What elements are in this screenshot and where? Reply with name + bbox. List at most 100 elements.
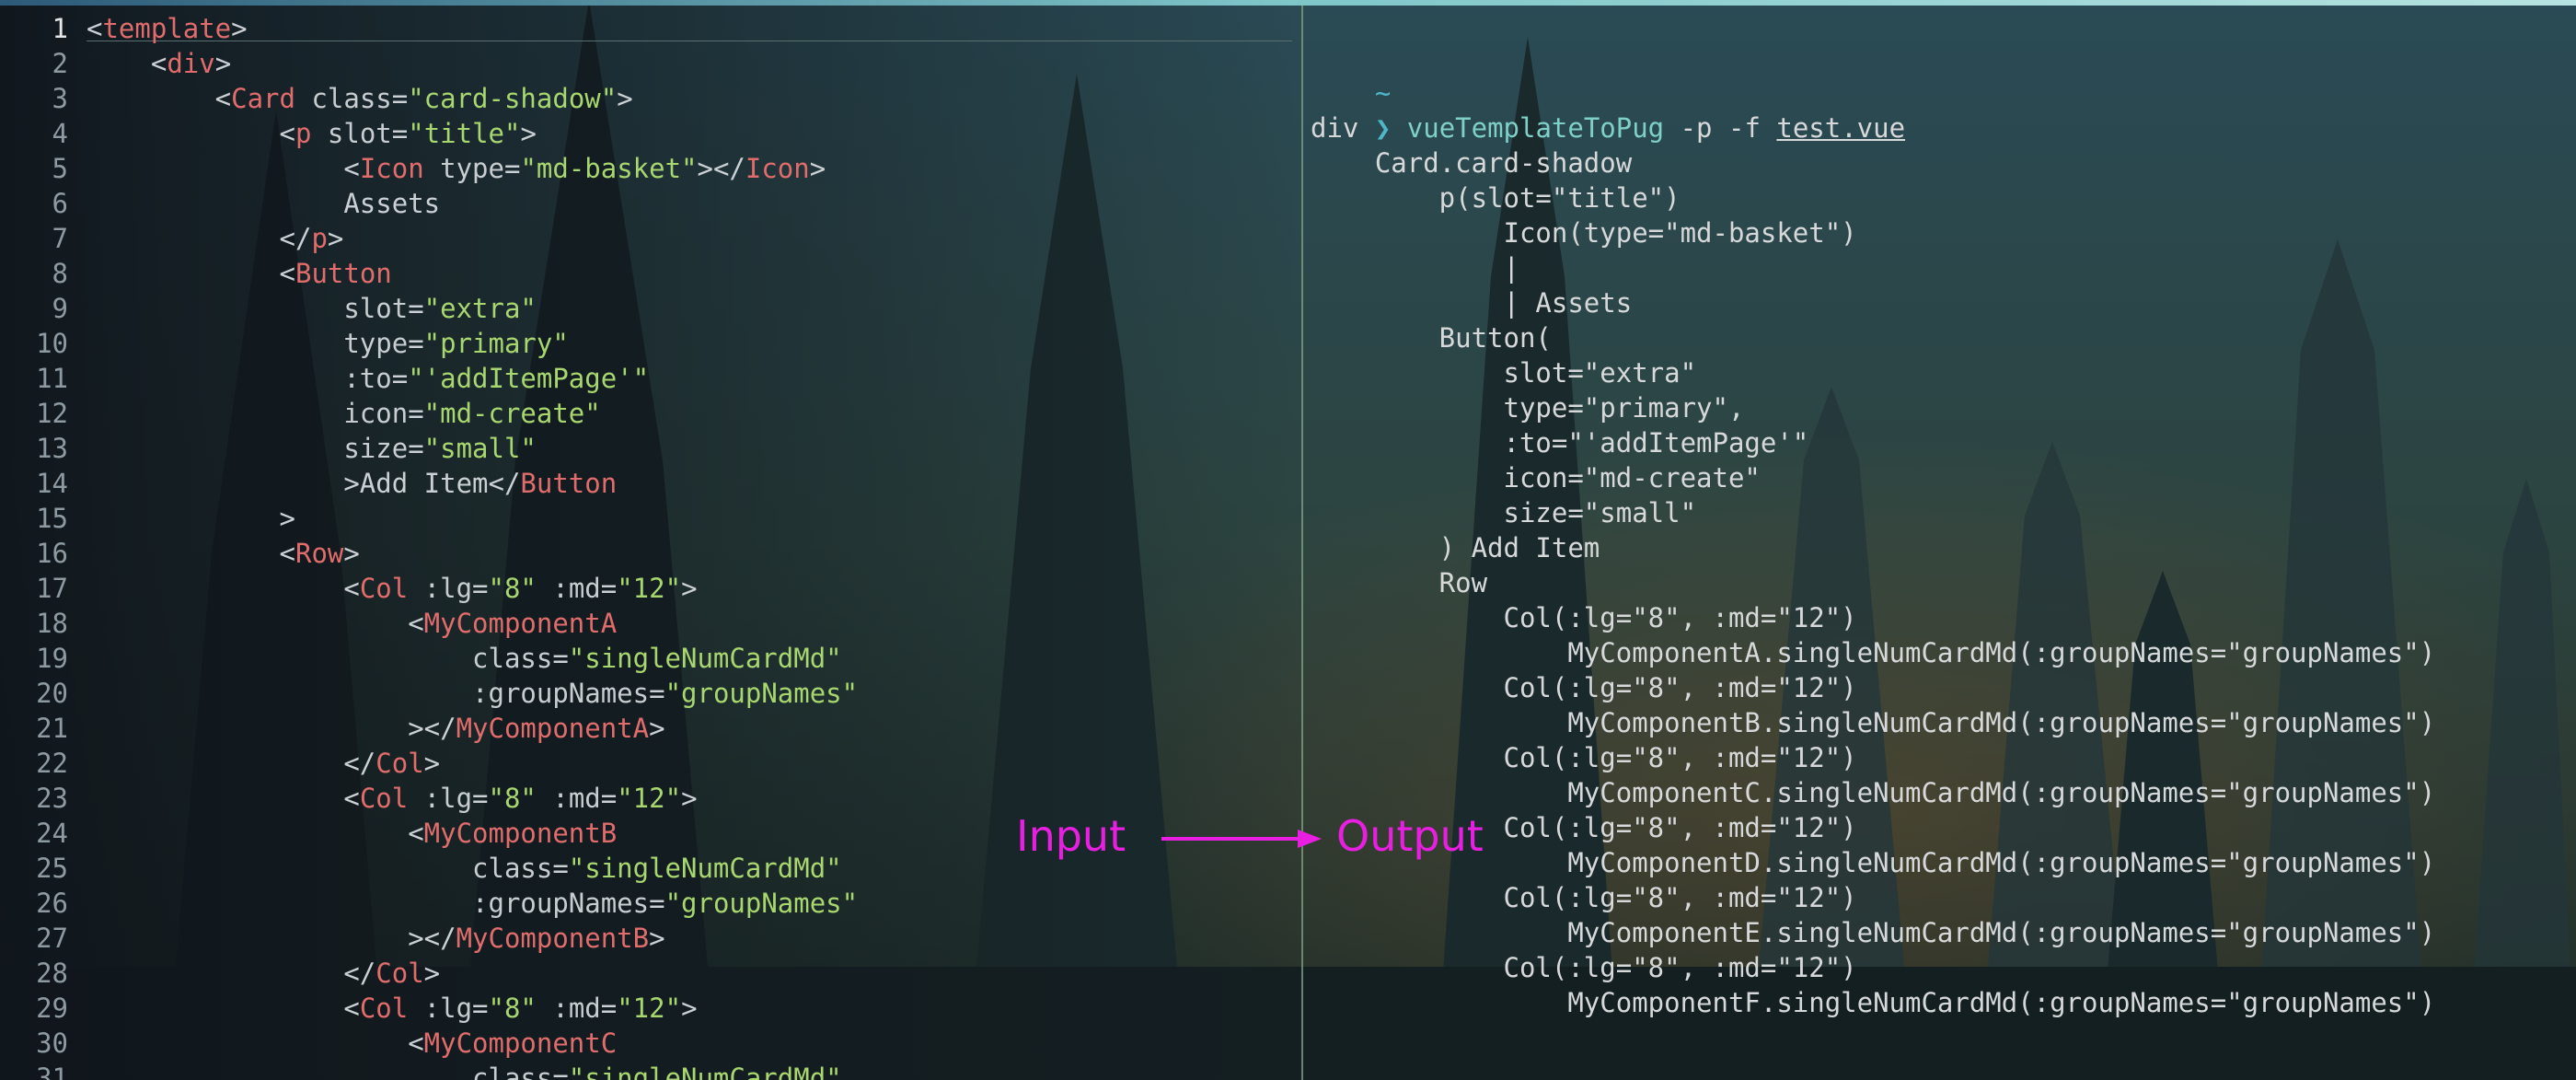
code-text: <Col :lg="8" :md="12"> [87, 571, 697, 606]
code-token: "8" [488, 783, 537, 814]
command-file-link[interactable]: test.vue [1776, 112, 1905, 144]
code-line[interactable]: 5 <Icon type="md-basket"></Icon> [0, 151, 1301, 186]
code-token: < [87, 538, 295, 569]
code-token: Icon [359, 153, 424, 184]
code-line[interactable]: 29 <Col :lg="8" :md="12"> [0, 991, 1301, 1026]
code-token: = [391, 83, 409, 114]
code-text: > [87, 501, 295, 536]
code-line[interactable]: 9 slot="extra" [0, 291, 1301, 326]
code-token: "12" [617, 573, 682, 604]
code-text: <MyComponentB [87, 816, 617, 851]
code-token: < [87, 48, 167, 79]
code-token: :lg [408, 573, 473, 604]
code-token: < [87, 118, 295, 149]
line-number: 9 [52, 293, 68, 324]
code-token: p [295, 118, 312, 149]
code-line[interactable]: 15 > [0, 501, 1301, 536]
code-line[interactable]: 17 <Col :lg="8" :md="12"> [0, 571, 1301, 606]
code-token: "small" [423, 433, 537, 464]
code-token: > [423, 958, 441, 989]
terminal-output-line: Col(:lg="8", :md="12") [1311, 602, 1857, 633]
code-token: :md [536, 993, 601, 1024]
code-token: Col [375, 958, 424, 989]
line-number: 13 [36, 433, 68, 464]
code-line[interactable]: 12 icon="md-create" [0, 396, 1301, 431]
code-text: ></MyComponentB> [87, 921, 664, 956]
code-line[interactable]: 10 type="primary" [0, 326, 1301, 361]
terminal-output-line: Col(:lg="8", :md="12") [1311, 742, 1857, 773]
terminal-output-line: size="small" [1311, 497, 1697, 528]
code-line[interactable]: 22 </Col> [0, 746, 1301, 781]
code-token: div [167, 48, 215, 79]
code-token: Button [520, 468, 618, 499]
code-token: "card-shadow" [408, 83, 618, 114]
code-token: "12" [617, 783, 682, 814]
command-flags: -p -f [1664, 112, 1777, 144]
code-line[interactable]: 6 Assets [0, 186, 1301, 221]
code-line[interactable]: 1 <template> [0, 11, 1301, 46]
code-token: > [617, 83, 633, 114]
code-token: class [87, 1063, 553, 1080]
code-line[interactable]: 4 <p slot="title"> [0, 116, 1301, 151]
code-text: <Card class="card-shadow"> [87, 81, 633, 116]
code-text: <Row> [87, 536, 360, 571]
code-token: "groupNames" [664, 678, 859, 709]
code-token: MyComponentC [423, 1028, 618, 1059]
code-text: <template> [87, 11, 248, 46]
code-token: p [311, 223, 328, 254]
code-token: = [391, 118, 409, 149]
code-text: type="primary" [87, 326, 569, 361]
code-line[interactable]: 2 <div> [0, 46, 1301, 81]
code-line[interactable]: 3 <Card class="card-shadow"> [0, 81, 1301, 116]
terminal-output-line: Icon(type="md-basket") [1311, 217, 1857, 249]
code-text: slot="extra" [87, 291, 537, 326]
code-line[interactable]: 30 <MyComponentC [0, 1026, 1301, 1061]
code-token: type [87, 328, 409, 359]
code-line[interactable]: 11 :to="'addItemPage'" [0, 361, 1301, 396]
code-text: <div> [87, 46, 231, 81]
code-token: :lg [408, 783, 473, 814]
code-line[interactable]: 20 :groupNames="groupNames" [0, 676, 1301, 711]
code-token: = [649, 678, 665, 709]
terminal-output-line: div [1311, 112, 1359, 144]
code-line[interactable]: 8 <Button [0, 256, 1301, 291]
prompt-chevron-icon: ❯ [1374, 112, 1392, 144]
code-line[interactable]: 19 class="singleNumCardMd" [0, 641, 1301, 676]
code-token: "extra" [423, 293, 537, 324]
terminal-output-line: Col(:lg="8", :md="12") [1311, 882, 1857, 913]
code-token: = [600, 783, 618, 814]
code-line[interactable]: 18 <MyComponentA [0, 606, 1301, 641]
code-line[interactable]: 13 size="small" [0, 431, 1301, 466]
code-line[interactable]: 28 </Col> [0, 956, 1301, 991]
line-number: 2 [52, 48, 68, 79]
code-line[interactable]: 16 <Row> [0, 536, 1301, 571]
code-token: > [87, 503, 295, 534]
code-token: :to [87, 363, 392, 394]
code-line[interactable]: 26 :groupNames="groupNames" [0, 886, 1301, 921]
terminal-pane[interactable]: ~ ❯ vueTemplateToPug -p -f test.vue div … [1303, 6, 2576, 1080]
line-number: 22 [36, 748, 68, 779]
code-token: :groupNames [87, 678, 650, 709]
code-editor-pane[interactable]: 1 <template> 2 <div> 3 <Card class="card-sh… [0, 6, 1301, 1080]
code-line[interactable]: 31 class="singleNumCardMd" [0, 1061, 1301, 1080]
code-token: < [87, 83, 232, 114]
code-token: MyComponentA [456, 713, 650, 744]
code-token: "primary" [423, 328, 569, 359]
code-token: > [649, 713, 665, 744]
code-token: template [102, 13, 232, 44]
terminal-output-line: ) Add Item [1311, 532, 1600, 563]
code-token: </ [87, 223, 312, 254]
code-token: > [214, 48, 232, 79]
line-number: 11 [36, 363, 68, 394]
code-line[interactable]: 14 >Add Item</Button [0, 466, 1301, 501]
terminal-output-line: icon="md-create" [1311, 462, 1761, 494]
code-line[interactable]: 7 </p> [0, 221, 1301, 256]
terminal-output-line: Card.card-shadow [1311, 147, 1633, 179]
line-number: 14 [36, 468, 68, 499]
line-number: 21 [36, 713, 68, 744]
code-text: :to="'addItemPage'" [87, 361, 649, 396]
code-line[interactable]: 27 ></MyComponentB> [0, 921, 1301, 956]
code-line[interactable]: 21 ></MyComponentA> [0, 711, 1301, 746]
code-text: class="singleNumCardMd" [87, 851, 842, 886]
code-text: <Col :lg="8" :md="12"> [87, 991, 697, 1026]
